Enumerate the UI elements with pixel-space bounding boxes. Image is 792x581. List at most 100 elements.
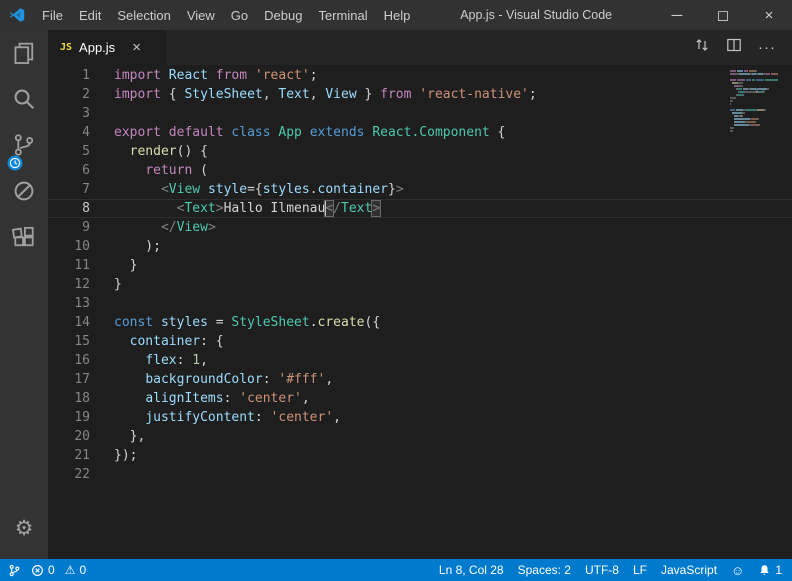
vertical-scrollbar[interactable] [778,65,792,559]
code-text: }); [90,446,137,465]
error-count[interactable]: 0 [31,563,55,577]
code-line-8[interactable]: 8 <Text>Hallo Ilmenau</Text> [48,199,792,218]
split-editor-icon[interactable] [726,37,742,58]
git-branch-icon[interactable] [8,564,21,577]
menubar: FileEditSelectionViewGoDebugTerminalHelp [34,0,418,30]
titlebar: FileEditSelectionViewGoDebugTerminalHelp… [0,0,792,30]
code-line-9[interactable]: 9 </View> [48,218,792,237]
line-number: 5 [48,142,90,161]
code-text: export default class App extends React.C… [90,123,505,142]
code-text: import { StyleSheet, Text, View } from '… [90,85,537,104]
code-line-11[interactable]: 11 } [48,256,792,275]
language-mode[interactable]: JavaScript [661,563,717,577]
line-number: 19 [48,408,90,427]
warning-count[interactable]: ⚠ 0 [65,563,86,577]
code-text: import React from 'react'; [90,66,318,85]
line-number: 20 [48,427,90,446]
menu-item-terminal[interactable]: Terminal [310,0,375,30]
editor-actions: ··· [694,30,792,65]
line-number: 13 [48,294,90,313]
menu-item-go[interactable]: Go [223,0,256,30]
search-icon[interactable] [0,76,48,122]
editor-group: JS App.js × ··· [48,30,792,559]
code-text: const styles = StyleSheet.create({ [90,313,380,332]
source-control-icon[interactable] [0,122,48,168]
code-line-19[interactable]: 19 justifyContent: 'center', [48,408,792,427]
code-line-7[interactable]: 7 <View style={styles.container}> [48,180,792,199]
code-line-4[interactable]: 4export default class App extends React.… [48,123,792,142]
menu-item-help[interactable]: Help [376,0,419,30]
line-number: 8 [48,199,90,218]
code-line-10[interactable]: 10 ); [48,237,792,256]
warning-icon: ⚠ [65,563,76,577]
code-line-2[interactable]: 2import { StyleSheet, Text, View } from … [48,85,792,104]
tab-appjs[interactable]: JS App.js × [48,30,166,65]
indentation[interactable]: Spaces: 2 [518,563,571,577]
code-line-5[interactable]: 5 render() { [48,142,792,161]
minimize-button[interactable]: ─ [654,0,700,30]
line-number: 15 [48,332,90,351]
code-text: }, [90,427,145,446]
line-number: 18 [48,389,90,408]
code-line-15[interactable]: 15 container: { [48,332,792,351]
menu-item-edit[interactable]: Edit [71,0,109,30]
line-number: 11 [48,256,90,275]
code-text: </View> [90,218,216,237]
line-number: 3 [48,104,90,123]
line-number: 6 [48,161,90,180]
code-line-22[interactable]: 22 [48,465,792,484]
menu-item-selection[interactable]: Selection [109,0,178,30]
code-text: container: { [90,332,224,351]
menu-item-view[interactable]: View [179,0,223,30]
settings-gear-icon[interactable]: ⚙ [0,505,48,551]
code-text [90,104,114,123]
code-text: alignItems: 'center', [90,389,310,408]
code-text: backgroundColor: '#fff', [90,370,333,389]
editor[interactable]: 1import React from 'react';2import { Sty… [48,65,792,559]
close-button[interactable]: × [746,0,792,30]
line-number: 1 [48,66,90,85]
minimap[interactable] [730,69,778,135]
feedback-smiley-icon[interactable]: ☺ [731,564,744,577]
debug-icon[interactable] [0,168,48,214]
eol-sequence[interactable]: LF [633,563,647,577]
code-text: } [90,275,122,294]
code-line-1[interactable]: 1import React from 'react'; [48,66,792,85]
line-number: 22 [48,465,90,484]
more-actions-icon[interactable]: ··· [758,43,776,53]
code-text [90,465,114,484]
line-number: 9 [48,218,90,237]
encoding[interactable]: UTF-8 [585,563,619,577]
tab-bar: JS App.js × ··· [48,30,792,65]
notification-count: 1 [775,563,782,577]
code-line-12[interactable]: 12} [48,275,792,294]
line-number: 2 [48,85,90,104]
explorer-icon[interactable] [0,30,48,76]
activity-bar: ⚙ [0,30,48,559]
code-line-16[interactable]: 16 flex: 1, [48,351,792,370]
menu-item-file[interactable]: File [34,0,71,30]
window-title: App.js - Visual Studio Code [418,0,654,30]
extensions-icon[interactable] [0,214,48,260]
code-line-20[interactable]: 20 }, [48,427,792,446]
line-number: 10 [48,237,90,256]
tab-label: App.js [79,40,115,55]
vscode-logo-icon [0,0,34,30]
menu-item-debug[interactable]: Debug [256,0,310,30]
code-line-3[interactable]: 3 [48,104,792,123]
code-text: <Text>Hallo Ilmenau</Text> [90,199,380,218]
maximize-button[interactable]: ◻ [700,0,746,30]
line-number: 4 [48,123,90,142]
code-line-17[interactable]: 17 backgroundColor: '#fff', [48,370,792,389]
code-line-14[interactable]: 14const styles = StyleSheet.create({ [48,313,792,332]
line-number: 12 [48,275,90,294]
code-line-13[interactable]: 13 [48,294,792,313]
code-line-6[interactable]: 6 return ( [48,161,792,180]
cursor-position[interactable]: Ln 8, Col 28 [439,563,504,577]
code-line-18[interactable]: 18 alignItems: 'center', [48,389,792,408]
notifications-bell[interactable]: 1 [758,563,782,577]
compare-changes-icon[interactable] [694,37,710,58]
tab-close-icon[interactable]: × [132,39,141,56]
code-line-21[interactable]: 21}); [48,446,792,465]
line-number: 21 [48,446,90,465]
